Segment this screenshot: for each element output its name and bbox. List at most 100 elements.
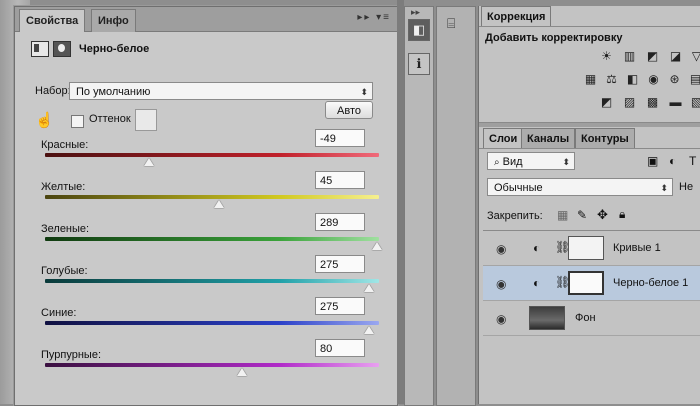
layer-row[interactable]: ◉ Фон [483, 301, 700, 336]
dock-grip-icon[interactable]: ▸▸ [411, 7, 420, 18]
slider-track[interactable] [45, 279, 379, 283]
layer-name[interactable]: Кривые 1 [613, 242, 661, 254]
curves-icon[interactable]: ◩ [645, 50, 660, 63]
layer-name[interactable]: Черно-белое 1 [613, 277, 688, 289]
selective-color-icon[interactable]: ▧ [689, 96, 700, 109]
filter-type-icon[interactable]: T [689, 154, 696, 168]
slider-handle[interactable] [237, 368, 248, 376]
slider-track[interactable] [45, 237, 379, 241]
black-white-icon[interactable]: ◧ [625, 73, 640, 86]
adjustment-mask-icon[interactable] [31, 41, 49, 57]
tab-adjustments[interactable]: Коррекция [481, 6, 552, 27]
vibrance-icon[interactable]: ▽ [689, 50, 700, 63]
filter-pixel-icon[interactable]: ▣ [647, 154, 658, 168]
slider-handle[interactable] [143, 158, 154, 166]
layer-thumbnail[interactable] [529, 306, 565, 330]
slider-value-input[interactable]: 275 [315, 255, 365, 273]
slider-handle[interactable] [372, 242, 383, 250]
history-dock-icon[interactable]: ⌸ [447, 15, 455, 32]
blend-mode-select[interactable]: Обычные ⬍ [487, 178, 673, 196]
tab-paths[interactable]: Контуры [575, 128, 635, 149]
targeted-adjustment-hand-icon[interactable]: ☝ [35, 111, 54, 129]
slider-value-input[interactable]: 45 [315, 171, 365, 189]
slider-handle[interactable] [363, 284, 374, 292]
layer-filter-value: Вид [502, 156, 523, 168]
photo-filter-icon[interactable]: ◉ [646, 73, 661, 86]
slider-track[interactable] [45, 153, 379, 157]
visibility-eye-icon[interactable]: ◉ [496, 277, 506, 291]
posterize-icon[interactable]: ▨ [622, 96, 637, 109]
color-balance-icon[interactable]: ⚖ [604, 73, 619, 86]
filter-adjustment-icon[interactable]: ◐ [669, 154, 676, 168]
slider-handle[interactable] [213, 200, 224, 208]
adjustment-layer-icon: ◐ [533, 276, 541, 290]
panel-divider[interactable] [397, 0, 404, 404]
chevron-updown-icon: ⬍ [562, 157, 570, 167]
slider-track[interactable] [45, 321, 379, 325]
search-icon: ⌕ [494, 157, 500, 168]
properties-tabbar: Свойства Инфо ▸▸ ▾≡ [15, 7, 397, 32]
tint-checkbox[interactable] [71, 115, 84, 128]
auto-button[interactable]: Авто [325, 101, 373, 119]
collapsed-panel-dock-2: ⌸ [436, 6, 476, 406]
slider-value-input[interactable]: 275 [315, 297, 365, 315]
lock-transparent-icon[interactable]: ▦ [557, 208, 568, 222]
layer-row[interactable]: ◉ ◐ ⛓ Кривые 1 [483, 231, 700, 266]
info-dock-icon[interactable]: ℹ [408, 53, 430, 75]
exposure-icon[interactable]: ◪ [668, 50, 683, 63]
layer-name[interactable]: Фон [575, 312, 596, 324]
tab-info[interactable]: Инфо [91, 9, 136, 32]
layer-filter-select[interactable]: ⌕ Вид ⬍ [487, 152, 575, 170]
slider-label: Голубые: [41, 265, 88, 277]
tab-layers[interactable]: Слои [483, 128, 524, 149]
levels-icon[interactable]: ▥ [622, 50, 637, 63]
lock-position-icon[interactable]: ✥ [597, 207, 608, 223]
preset-value: По умолчанию [76, 86, 151, 98]
collapsed-panel-dock: ▸▸ ◧ ℹ [404, 6, 434, 406]
tab-channels[interactable]: Каналы [521, 128, 576, 149]
channel-mixer-icon[interactable]: ⊛ [667, 73, 682, 86]
visibility-eye-icon[interactable]: ◉ [496, 312, 506, 326]
hue-saturation-icon[interactable]: ▦ [583, 73, 598, 86]
layer-mask-icon[interactable] [53, 41, 71, 57]
properties-dock-icon[interactable]: ◧ [408, 19, 430, 41]
layer-mask-thumbnail[interactable] [568, 236, 604, 260]
slider-label: Пурпурные: [41, 349, 102, 361]
adjustment-title: Черно-белое [79, 43, 150, 55]
slider-label: Желтые: [41, 181, 86, 193]
tint-color-swatch[interactable] [135, 109, 157, 131]
slider-value-input[interactable]: -49 [315, 129, 365, 147]
tint-label: Оттенок [89, 113, 131, 125]
slider-label: Красные: [41, 139, 89, 151]
slider-track[interactable] [45, 195, 379, 199]
opacity-label: Не [679, 181, 694, 193]
blend-mode-value: Обычные [494, 182, 543, 194]
slider-label: Зеленые: [41, 223, 90, 235]
visibility-eye-icon[interactable]: ◉ [496, 242, 506, 256]
adjustment-layer-icon: ◐ [533, 241, 541, 255]
color-lookup-icon[interactable]: ▤ [688, 73, 700, 86]
brightness-icon[interactable]: ☀ [599, 50, 614, 63]
slider-track[interactable] [45, 363, 379, 367]
layer-mask-thumbnail[interactable] [568, 271, 604, 295]
panel-menu-icon[interactable]: ▸▸ ▾≡ [357, 12, 391, 23]
chevron-updown-icon: ⬍ [660, 183, 668, 193]
layer-row-selected[interactable]: ◉ ◐ ⛓ Черно-белое 1 [483, 266, 700, 301]
properties-panel: Свойства Инфо ▸▸ ▾≡ Черно-белое Набор: П… [14, 6, 398, 406]
chevron-updown-icon: ⬍ [360, 87, 368, 97]
lock-all-icon[interactable]: 🔒︎ [619, 207, 625, 222]
threshold-icon[interactable]: ▩ [645, 96, 660, 109]
adjustment-header: Черно-белое [21, 37, 391, 63]
slider-handle[interactable] [363, 326, 374, 334]
slider-value-input[interactable]: 80 [315, 339, 365, 357]
tab-properties[interactable]: Свойства [19, 9, 86, 32]
lock-label: Закрепить: [487, 210, 543, 222]
lock-pixels-icon[interactable]: ✎ [577, 208, 587, 222]
gradient-map-icon[interactable]: ▬ [668, 96, 683, 109]
slider-value-input[interactable]: 289 [315, 213, 365, 231]
preset-select[interactable]: По умолчанию ⬍ [69, 82, 373, 100]
adjustments-layers-panel: Коррекция Добавить корректировку ☀ ▥ ◩ ◪… [478, 6, 700, 404]
add-adjustment-heading: Добавить корректировку [485, 32, 623, 44]
invert-icon[interactable]: ◩ [599, 96, 614, 109]
preset-label: Набор: [35, 85, 71, 97]
